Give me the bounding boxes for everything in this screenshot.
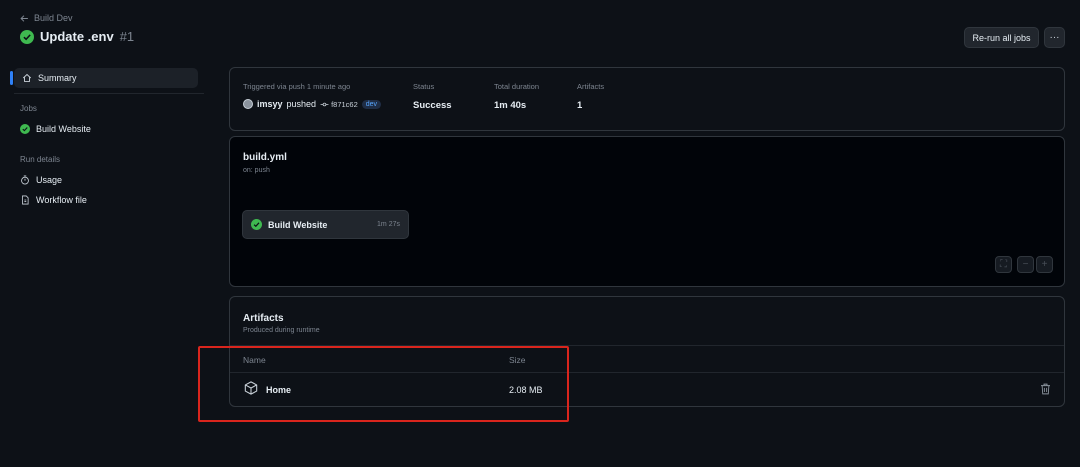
sidebar-item-build-website[interactable]: Build Website bbox=[20, 124, 91, 134]
sidebar-item-label: Build Website bbox=[36, 124, 91, 134]
artifacts-count-label: Artifacts bbox=[577, 82, 605, 91]
sidebar-item-summary[interactable]: Summary bbox=[10, 68, 198, 88]
package-icon bbox=[244, 381, 258, 395]
artifacts-title: Artifacts bbox=[243, 313, 284, 324]
run-summary-card: Triggered via push 1 minute ago imsyy pu… bbox=[229, 67, 1065, 131]
run-number: #1 bbox=[119, 29, 135, 44]
job-node-build-website[interactable]: Build Website 1m 27s bbox=[242, 210, 409, 239]
trash-icon[interactable] bbox=[1040, 383, 1051, 395]
action-text: pushed bbox=[286, 99, 317, 109]
git-commit-icon bbox=[320, 102, 329, 106]
back-link[interactable]: Build Dev bbox=[20, 13, 73, 23]
fullscreen-button[interactable]: ⛶ bbox=[995, 256, 1012, 273]
workflow-name: build.yml bbox=[243, 152, 287, 163]
status-label: Status bbox=[413, 82, 435, 91]
sidebar-divider bbox=[14, 93, 204, 94]
avatar[interactable] bbox=[243, 99, 253, 109]
page-title-row: Update .env #1 bbox=[20, 29, 134, 44]
job-name: Build Website bbox=[268, 219, 328, 230]
artifacts-table-header: Name Size bbox=[230, 345, 1064, 373]
home-icon bbox=[22, 73, 32, 82]
artifact-name-link[interactable]: Home bbox=[266, 385, 291, 395]
sidebar-item-label: Workflow file bbox=[36, 195, 87, 205]
sidebar-item-workflow-file[interactable]: Workflow file bbox=[20, 195, 87, 205]
back-link-label: Build Dev bbox=[34, 13, 73, 23]
status-field: Status Success bbox=[413, 82, 452, 111]
artifacts-subtitle: Produced during runtime bbox=[243, 327, 320, 334]
duration-value: 1m 40s bbox=[494, 100, 527, 111]
check-circle-icon bbox=[20, 124, 30, 134]
more-options-button[interactable]: ··· bbox=[1044, 27, 1065, 48]
artifacts-card: Artifacts Produced during runtime Name S… bbox=[229, 296, 1065, 407]
trigger-field: Triggered via push 1 minute ago imsyy pu… bbox=[243, 82, 382, 109]
workflow-graph-card: build.yml on: push Build Website 1m 27s … bbox=[229, 136, 1065, 287]
duration-label: Total duration bbox=[494, 82, 540, 91]
file-icon bbox=[22, 195, 29, 205]
artifact-size: 2.08 MB bbox=[509, 385, 543, 395]
branch-badge[interactable]: dev bbox=[361, 99, 382, 109]
sidebar-item-label: Usage bbox=[36, 175, 63, 185]
commit-link[interactable]: f871c62 bbox=[320, 100, 358, 109]
sidebar-item-usage[interactable]: Usage bbox=[20, 175, 62, 185]
table-row: Home 2.08 MB bbox=[230, 373, 1064, 407]
status-value: Success bbox=[413, 100, 452, 111]
sidebar-item-label: Summary bbox=[38, 73, 77, 83]
workflow-trigger: on: push bbox=[243, 167, 270, 174]
sidebar-section-run-details: Run details bbox=[20, 155, 61, 164]
zoom-out-button[interactable]: − bbox=[1017, 256, 1034, 273]
artifacts-count-field: Artifacts 1 bbox=[577, 82, 604, 111]
duration-field: Total duration 1m 40s bbox=[494, 82, 539, 111]
page-title: Update .env bbox=[40, 29, 114, 44]
job-duration: 1m 27s bbox=[377, 221, 400, 228]
stopwatch-icon bbox=[21, 175, 29, 185]
commit-sha: f871c62 bbox=[331, 99, 358, 109]
actor-link[interactable]: imsyy bbox=[257, 99, 283, 109]
rerun-all-jobs-button[interactable]: Re-run all jobs bbox=[964, 27, 1039, 48]
column-header-name: Name bbox=[243, 355, 266, 365]
zoom-in-button[interactable]: + bbox=[1036, 256, 1053, 273]
sidebar-section-jobs: Jobs bbox=[20, 104, 37, 113]
check-circle-icon bbox=[20, 29, 34, 44]
trigger-label: Triggered via push 1 minute ago bbox=[243, 82, 351, 91]
artifacts-count-value: 1 bbox=[577, 100, 583, 111]
check-circle-icon bbox=[251, 219, 262, 230]
arrow-left-icon bbox=[20, 14, 28, 22]
trigger-details: imsyy pushed f871c62 dev bbox=[243, 99, 382, 109]
column-header-size: Size bbox=[509, 355, 526, 365]
